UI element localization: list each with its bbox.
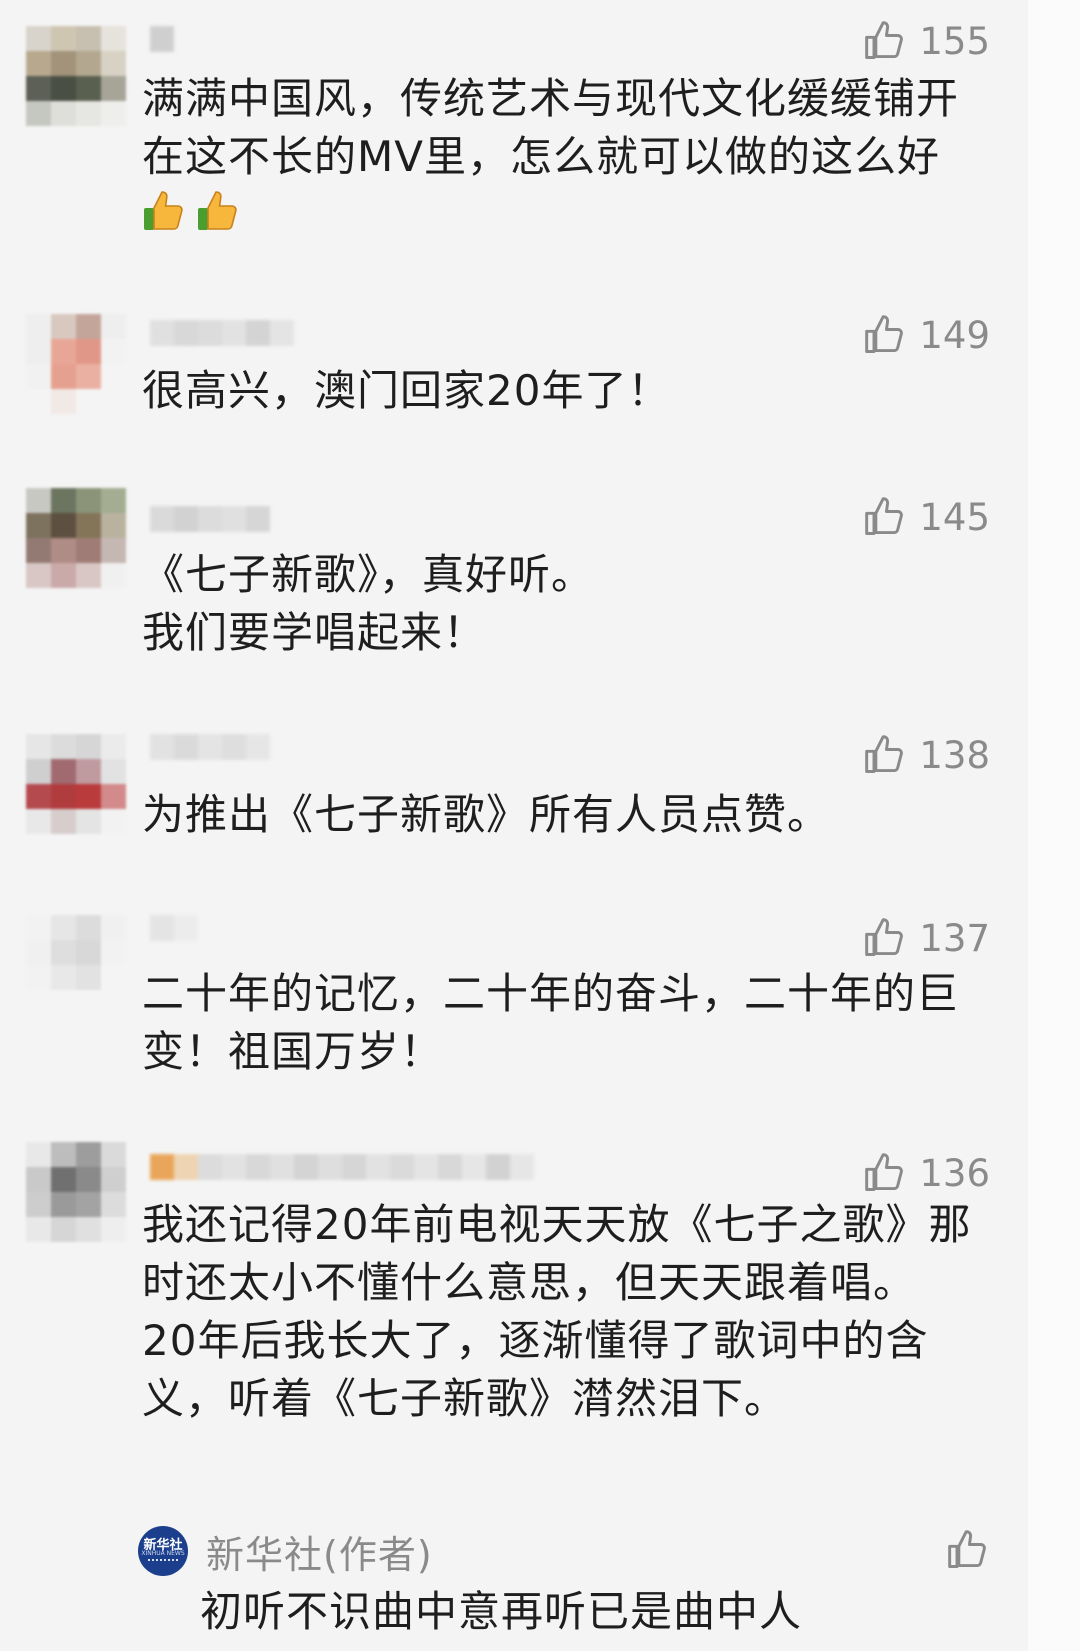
comment-item: 145 《七子新歌》，真好听。 我们要学唱起来！ bbox=[0, 480, 1028, 710]
comment-text: 《七子新歌》，真好听。 我们要学唱起来！ bbox=[142, 550, 595, 657]
username[interactable] bbox=[150, 320, 294, 346]
comment-text: 二十年的记忆，二十年的奋斗，二十年的巨 变！祖国万岁！ bbox=[142, 969, 960, 1076]
comment-text: 为推出《七子新歌》所有人员点赞。 bbox=[142, 790, 831, 839]
comment-item: 149 很高兴，澳门回家20年了！ bbox=[0, 300, 1028, 480]
thumbs-up-icon bbox=[144, 191, 183, 230]
username[interactable] bbox=[150, 26, 174, 52]
reply-text: 初听不识曲中意再听已是曲中人 bbox=[200, 1587, 803, 1636]
comment-text: 很高兴，澳门回家20年了！ bbox=[142, 366, 671, 415]
like-button[interactable]: 149 bbox=[863, 310, 990, 360]
comment-text: 我还记得20年前电视天天放《七子之歌》那 时还太小不懂什么意思，但天天跟着唱。 … bbox=[142, 1200, 972, 1423]
like-button[interactable]: 137 bbox=[863, 913, 990, 963]
comment-item: 138 为推出《七子新歌》所有人员点赞。 bbox=[0, 710, 1028, 905]
like-button[interactable]: 155 bbox=[863, 16, 990, 66]
thumbs-up-icon bbox=[865, 497, 904, 535]
avatar-logo-subtext: XINHUA NEWS bbox=[141, 1550, 185, 1557]
comment-item: 137 二十年的记忆，二十年的奋斗，二十年的巨 变！祖国万岁！ bbox=[0, 905, 1028, 1130]
stars-icon bbox=[148, 1559, 178, 1571]
emoji-row bbox=[140, 188, 248, 236]
like-count: 138 bbox=[919, 733, 990, 777]
like-count: 155 bbox=[919, 19, 990, 63]
like-button[interactable]: 145 bbox=[863, 492, 990, 542]
username[interactable] bbox=[150, 734, 270, 760]
avatar[interactable] bbox=[26, 314, 126, 414]
author-reply: 新华社 XINHUA NEWS 新华社(作者) 初听不识曲中意再听已是曲中人 bbox=[138, 1520, 1038, 1650]
comment-item: 155 满满中国风，传统艺术与现代文化缓缓铺开 在这不长的MV里，怎么就可以做的… bbox=[0, 0, 1028, 300]
avatar[interactable] bbox=[26, 26, 126, 126]
like-button[interactable]: 136 bbox=[863, 1148, 990, 1198]
avatar[interactable] bbox=[26, 1142, 126, 1242]
avatar[interactable] bbox=[26, 734, 126, 834]
right-edge bbox=[1028, 0, 1080, 1651]
thumbs-up-icon[interactable] bbox=[946, 1528, 990, 1572]
comment-item: 136 我还记得20年前电视天天放《七子之歌》那 时还太小不懂什么意思，但天天跟… bbox=[0, 1130, 1028, 1520]
like-count: 137 bbox=[919, 916, 990, 960]
thumbs-up-icon bbox=[865, 315, 904, 353]
like-count: 136 bbox=[919, 1151, 990, 1195]
like-count: 149 bbox=[919, 313, 990, 357]
username[interactable] bbox=[150, 1154, 534, 1180]
like-count: 145 bbox=[919, 495, 990, 539]
thumbs-up-icon bbox=[198, 191, 237, 230]
comment-text: 满满中国风，传统艺术与现代文化缓缓铺开 在这不长的MV里，怎么就可以做的这么好 bbox=[142, 74, 960, 181]
thumbs-up-icon bbox=[865, 1153, 904, 1191]
username[interactable] bbox=[150, 915, 198, 941]
like-button[interactable]: 138 bbox=[863, 730, 990, 780]
thumbs-up-icon bbox=[865, 735, 904, 773]
avatar[interactable] bbox=[26, 915, 126, 1015]
thumbs-up-icon bbox=[865, 918, 904, 956]
reply-author[interactable]: 新华社(作者) bbox=[206, 1524, 433, 1579]
avatar[interactable] bbox=[26, 488, 126, 588]
xinhua-avatar[interactable]: 新华社 XINHUA NEWS bbox=[138, 1526, 188, 1576]
username[interactable] bbox=[150, 506, 270, 532]
thumbs-up-icon bbox=[865, 21, 904, 59]
